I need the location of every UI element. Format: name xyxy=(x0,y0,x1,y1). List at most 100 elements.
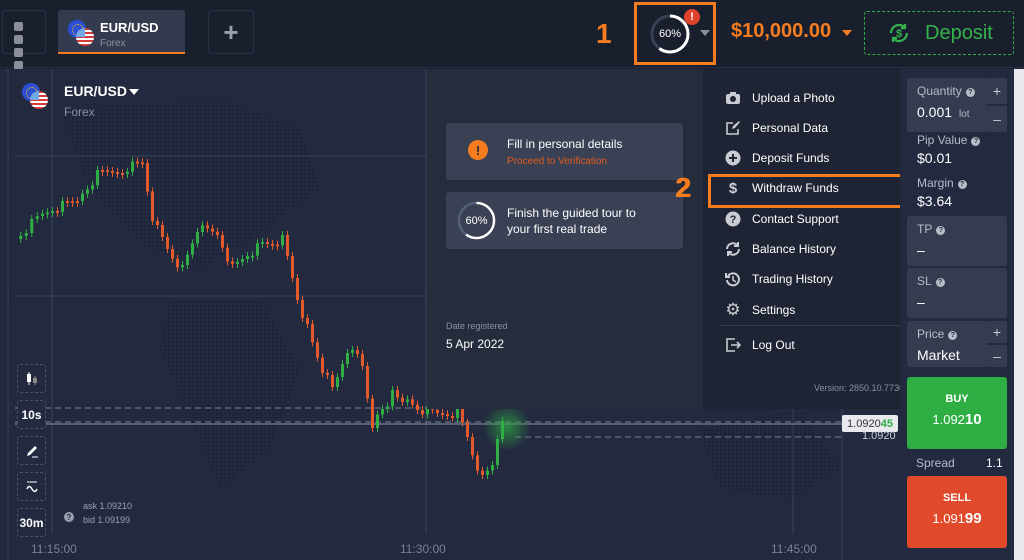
candle xyxy=(136,161,139,164)
quantity-value[interactable]: 0.001 xyxy=(917,104,952,120)
price-decrease-button[interactable]: – xyxy=(987,345,1007,367)
candle xyxy=(356,350,359,354)
candle xyxy=(281,235,284,246)
logout-icon xyxy=(725,337,741,353)
scrollbar[interactable] xyxy=(1014,69,1024,560)
menu-item-settings[interactable]: ⚙ Settings xyxy=(725,299,795,321)
candle xyxy=(301,300,304,318)
candle xyxy=(331,375,334,387)
candle xyxy=(86,189,89,194)
chevron-down-icon xyxy=(700,30,710,36)
menu-item-trading-history[interactable]: Trading History xyxy=(725,268,833,290)
chevron-down-icon xyxy=(129,89,139,95)
candle xyxy=(296,278,299,300)
candle xyxy=(416,404,419,410)
asset-tab-name: EUR/USD xyxy=(100,20,159,35)
refresh-icon xyxy=(725,241,741,257)
tp-label: TP? xyxy=(917,222,946,236)
candle xyxy=(81,193,84,201)
buy-button[interactable]: BUY 1.09210 xyxy=(907,377,1007,449)
indicators-button[interactable] xyxy=(17,472,46,501)
profile-progress-button[interactable]: 60% ! xyxy=(634,2,716,65)
time-label: 11:15:00 xyxy=(31,542,77,556)
menu-item-upload-photo[interactable]: Upload a Photo xyxy=(725,87,835,109)
candle xyxy=(176,258,179,268)
svg-text:$: $ xyxy=(896,28,902,40)
margin-value: $3.64 xyxy=(917,193,953,209)
annotation-highlight-withdraw xyxy=(708,174,915,208)
candle xyxy=(496,439,499,465)
candle xyxy=(276,244,279,247)
deposit-button[interactable]: $ Deposit xyxy=(864,11,1014,55)
quantity-field[interactable]: Quantity? 0.001 lot xyxy=(907,78,987,132)
help-icon[interactable]: ? xyxy=(64,512,74,522)
time-label: 11:30:00 xyxy=(400,542,446,556)
proceed-verification-link[interactable]: Proceed to Verification xyxy=(507,156,607,167)
menu-item-deposit-funds[interactable]: Deposit Funds xyxy=(725,147,829,169)
balance[interactable]: $10,000.00 xyxy=(731,20,831,43)
candle xyxy=(161,225,164,237)
candle xyxy=(361,354,364,366)
candle xyxy=(241,259,244,262)
quantity-decrease-button[interactable]: – xyxy=(987,106,1007,132)
drawing-tool-button[interactable] xyxy=(17,436,46,465)
sell-label: SELL xyxy=(942,492,972,504)
candle xyxy=(351,350,354,353)
candle xyxy=(191,243,194,255)
menu-item-personal-data[interactable]: Personal Data xyxy=(725,117,828,139)
pip-value: $0.01 xyxy=(917,150,953,166)
candle xyxy=(76,201,79,203)
candle xyxy=(401,397,404,402)
balance-chevron-down-icon[interactable] xyxy=(842,30,852,36)
price-field[interactable]: Price? Market xyxy=(907,321,987,367)
deposit-icon: $ xyxy=(889,23,909,43)
candle xyxy=(481,470,484,475)
candle xyxy=(171,249,174,259)
quantity-increase-button[interactable]: + xyxy=(987,78,1007,104)
candle xyxy=(311,324,314,343)
candle xyxy=(266,242,269,244)
candle xyxy=(441,413,444,415)
candle xyxy=(326,373,329,375)
chart-type-button[interactable] xyxy=(17,364,46,393)
candle xyxy=(386,406,389,409)
sell-button[interactable]: SELL 1.09199 xyxy=(907,476,1007,548)
candle xyxy=(251,255,254,258)
menu-item-log-out[interactable]: Log Out xyxy=(725,334,795,356)
candle xyxy=(466,422,469,437)
take-profit-field[interactable]: TP? – xyxy=(907,216,1007,266)
date-registered-label: Date registered xyxy=(446,321,508,331)
guided-tour-card[interactable]: 60% Finish the guided tour to your first… xyxy=(446,192,683,249)
price-increase-button[interactable]: + xyxy=(987,321,1007,343)
help-icon: ? xyxy=(935,278,945,287)
candle xyxy=(56,211,59,213)
spread-value: 1.1 xyxy=(986,456,1003,470)
quantity-unit: lot xyxy=(959,109,970,120)
asset-tab[interactable]: EUR/USD Forex xyxy=(58,10,185,54)
candle xyxy=(446,414,449,416)
candle xyxy=(486,470,489,475)
candle xyxy=(226,247,229,262)
candle xyxy=(451,416,454,418)
plus-circle-icon xyxy=(725,150,741,166)
candle xyxy=(321,357,324,373)
chart-asset-category: Forex xyxy=(64,105,95,119)
candle xyxy=(436,409,439,413)
grid-icon[interactable] xyxy=(2,10,46,70)
personal-details-card[interactable]: ! Fill in personal details Proceed to Ve… xyxy=(446,123,683,180)
candle xyxy=(146,163,149,192)
sell-price: 1.09199 xyxy=(932,510,982,527)
add-tab-button[interactable]: + xyxy=(208,10,254,54)
timeframe-button[interactable]: 10s xyxy=(17,400,46,429)
menu-item-contact-support[interactable]: ? Contact Support xyxy=(725,208,839,230)
help-icon: ? xyxy=(948,331,958,340)
candle xyxy=(221,235,224,248)
trading-app: EUR/USD Forex + 1 60% ! $10,000.00 $ Dep… xyxy=(0,0,1024,560)
menu-item-balance-history[interactable]: Balance History xyxy=(725,238,836,260)
period-button[interactable]: 30m xyxy=(17,508,46,537)
candle xyxy=(381,409,384,415)
candlestick-icon xyxy=(26,371,37,385)
card-title: Fill in personal details xyxy=(507,137,623,151)
sl-value: – xyxy=(917,294,925,310)
stop-loss-field[interactable]: SL? – xyxy=(907,268,1007,318)
